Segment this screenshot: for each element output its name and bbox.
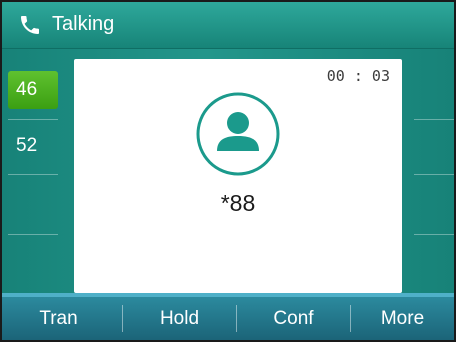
line-key-52[interactable]: 52 bbox=[8, 127, 58, 165]
right-key-divider bbox=[414, 119, 454, 120]
line-divider bbox=[8, 234, 58, 235]
line-divider bbox=[8, 174, 58, 175]
call-card: 00 : 03 *88 bbox=[74, 59, 402, 293]
call-status-title: Talking bbox=[52, 13, 115, 35]
contact-avatar-icon bbox=[196, 92, 280, 176]
softkey-conf[interactable]: Conf bbox=[237, 297, 350, 340]
softkey-bar: Tran Hold Conf More bbox=[2, 293, 454, 340]
status-header: Talking bbox=[2, 2, 454, 49]
phone-screen: Talking 46 52 00 : 03 *88 Tran Hold Conf… bbox=[0, 0, 456, 342]
dialed-number: *88 bbox=[220, 190, 256, 216]
call-area: 46 52 00 : 03 *88 bbox=[2, 49, 454, 293]
line-divider bbox=[8, 119, 58, 120]
softkey-tran[interactable]: Tran bbox=[2, 297, 115, 340]
right-key-divider bbox=[414, 234, 454, 235]
call-timer: 00 : 03 bbox=[326, 67, 390, 85]
softkey-more[interactable]: More bbox=[351, 297, 454, 340]
phone-icon bbox=[21, 16, 39, 34]
softkey-hold[interactable]: Hold bbox=[123, 297, 236, 340]
line-key-46[interactable]: 46 bbox=[8, 71, 58, 109]
right-key-divider bbox=[414, 174, 454, 175]
